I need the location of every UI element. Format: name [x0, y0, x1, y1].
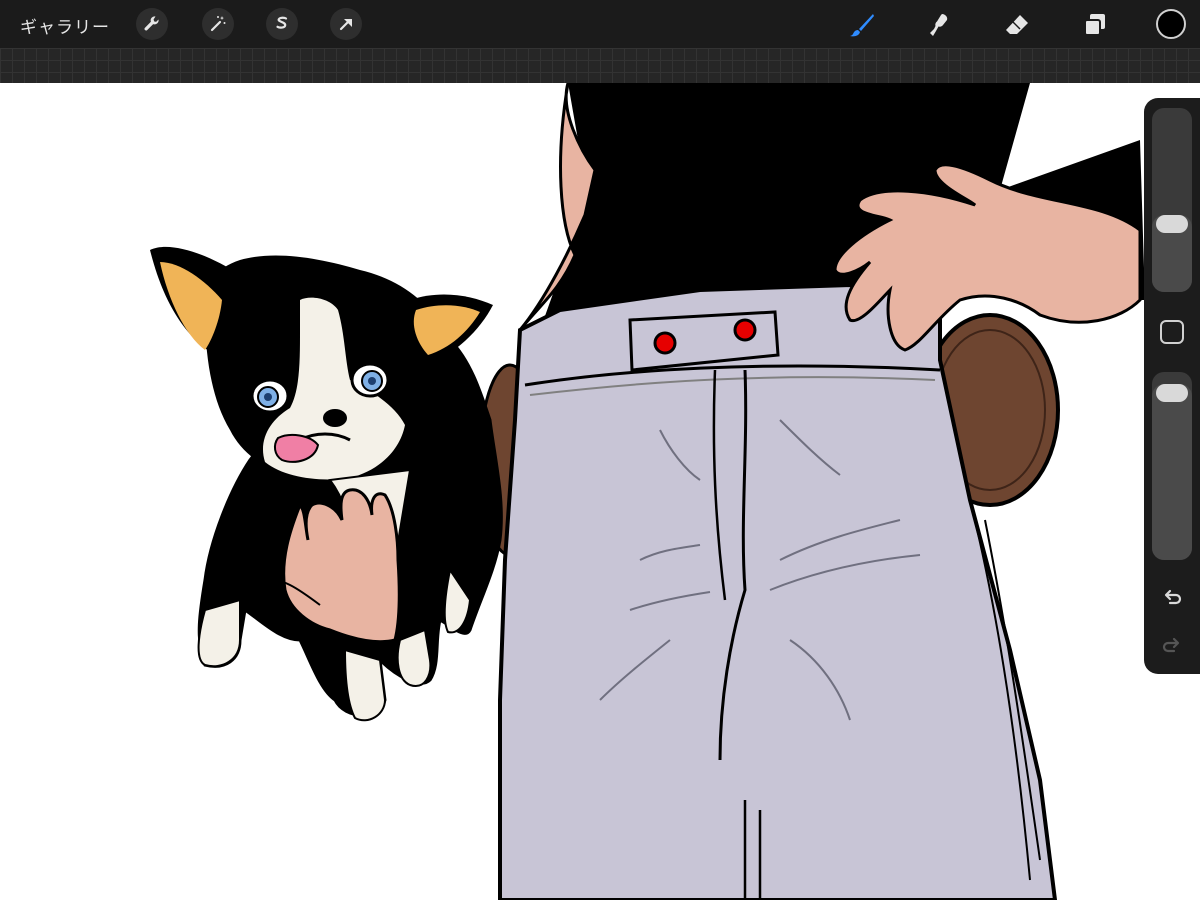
- transform-button[interactable]: [330, 8, 362, 40]
- undo-icon: [1164, 589, 1182, 605]
- opacity-thumb[interactable]: [1156, 384, 1188, 403]
- drawing-canvas[interactable]: [0, 83, 1200, 900]
- red-button-right: [733, 318, 757, 342]
- smudge-tool[interactable]: [922, 8, 956, 42]
- gallery-button[interactable]: ギャラリー: [20, 13, 110, 38]
- canvas-grid-strip: [0, 48, 1200, 83]
- undo-button[interactable]: [1156, 584, 1188, 612]
- opacity-slider[interactable]: [1152, 372, 1192, 560]
- wrench-icon: [144, 16, 159, 31]
- selection-button[interactable]: [266, 8, 298, 40]
- artwork: [150, 83, 1145, 900]
- color-picker-button[interactable]: [1156, 9, 1186, 39]
- brush-size-slider[interactable]: [1152, 108, 1192, 292]
- brush-tool[interactable]: [845, 8, 879, 42]
- top-toolbar: ギャラリー: [0, 0, 1200, 48]
- modify-button[interactable]: [1160, 320, 1184, 344]
- selection-s-icon: [276, 16, 288, 29]
- transform-arrow-icon: [339, 18, 352, 31]
- magic-wand-icon: [210, 16, 226, 32]
- actions-button[interactable]: [136, 8, 168, 40]
- layers-tool[interactable]: [1078, 8, 1112, 42]
- redo-icon: [1162, 637, 1180, 653]
- adjustments-button[interactable]: [202, 8, 234, 40]
- red-button-left: [653, 331, 677, 355]
- layers-icon: [1084, 14, 1105, 36]
- eraser-icon: [1006, 15, 1028, 34]
- brush-size-thumb[interactable]: [1156, 214, 1188, 233]
- redo-button[interactable]: [1156, 632, 1188, 660]
- opacity-fill: [1152, 384, 1192, 560]
- side-toolbar: [1144, 98, 1200, 674]
- dog-illustration: [150, 246, 503, 722]
- smudge-icon: [930, 14, 948, 36]
- eraser-tool[interactable]: [1000, 8, 1034, 42]
- brush-icon: [850, 14, 874, 37]
